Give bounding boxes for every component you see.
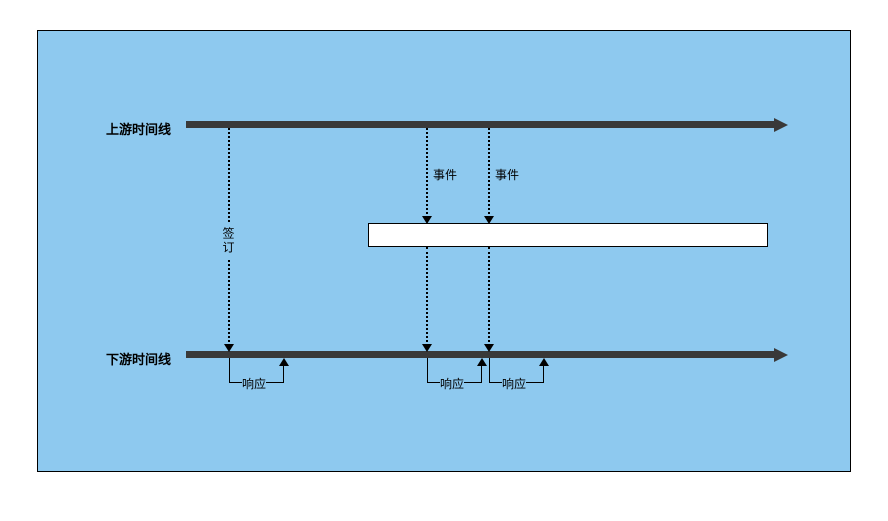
- event2-label: 事件: [495, 166, 519, 183]
- event1-label: 事件: [433, 166, 457, 183]
- operator-box: [368, 223, 768, 247]
- response1-label: 响应: [242, 375, 266, 392]
- diagram-panel: 上游时间线 下游时间线 签订 事件 事件 响应: [37, 30, 851, 472]
- event1-bottom-arrowhead-down-icon: [422, 344, 432, 352]
- upstream-timeline-label: 上游时间线: [106, 119, 171, 138]
- response2-arrowhead-up-icon: [477, 358, 487, 366]
- response1-conn-vright: [283, 366, 284, 383]
- upstream-timeline-arrowhead: [774, 118, 788, 132]
- response1-arrowhead-up-icon: [279, 358, 289, 366]
- event1-top-dashed-line: [426, 128, 428, 222]
- downstream-timeline-bar: [186, 351, 776, 358]
- response3-conn-vleft: [489, 358, 490, 382]
- subscribe-arrowhead-down-icon: [224, 344, 234, 352]
- response3-label: 响应: [502, 375, 526, 392]
- response2-conn-vleft: [427, 358, 428, 382]
- response2-conn-vright: [481, 366, 482, 383]
- upstream-timeline-bar: [186, 121, 776, 128]
- event1-top-arrowhead-down-icon: [422, 216, 432, 224]
- downstream-timeline-label: 下游时间线: [106, 349, 171, 368]
- response3-conn-vright: [543, 366, 544, 383]
- downstream-timeline-arrowhead: [774, 348, 788, 362]
- subscribe-label: 签订: [220, 223, 237, 259]
- event2-bottom-arrowhead-down-icon: [484, 344, 494, 352]
- event1-bottom-dashed-line: [426, 247, 428, 350]
- response3-arrowhead-up-icon: [539, 358, 549, 366]
- diagram-canvas: 上游时间线 下游时间线 签订 事件 事件 响应: [0, 0, 888, 521]
- event2-bottom-dashed-line: [488, 247, 490, 350]
- response2-label: 响应: [440, 375, 464, 392]
- event2-top-dashed-line: [488, 128, 490, 222]
- response1-conn-vleft: [229, 358, 230, 382]
- event2-top-arrowhead-down-icon: [484, 216, 494, 224]
